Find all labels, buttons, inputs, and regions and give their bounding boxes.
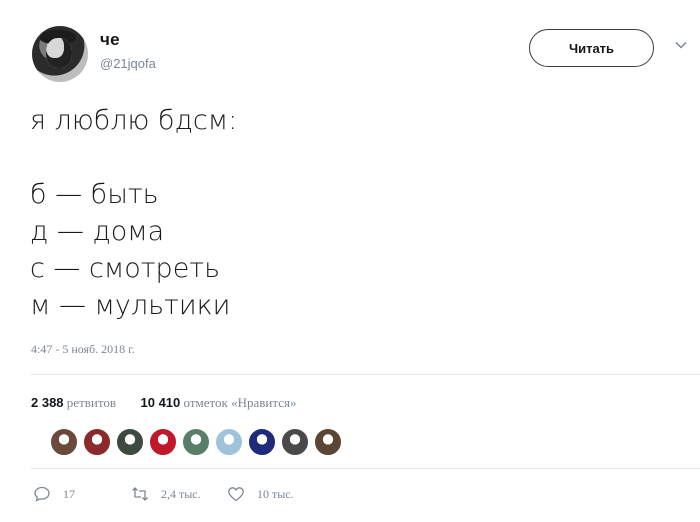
- liker-avatar[interactable]: [314, 428, 342, 456]
- retweets-count[interactable]: 2 388: [31, 395, 64, 410]
- tweet-timestamp[interactable]: 4:47 - 5 нояб. 2018 г.: [31, 342, 135, 357]
- tweet-line: б — быть: [30, 179, 159, 210]
- likes-count[interactable]: 10 410: [141, 395, 181, 410]
- liker-avatar[interactable]: [149, 428, 177, 456]
- tweet-line: с — смотреть: [30, 253, 221, 284]
- follow-button[interactable]: Читать: [529, 29, 654, 67]
- liker-avatar[interactable]: [116, 428, 144, 456]
- retweet-button[interactable]: 2,4 тыс.: [131, 485, 227, 503]
- likers-avatars: [50, 428, 342, 456]
- divider: [30, 468, 700, 469]
- heart-icon: [228, 487, 244, 502]
- tweet-line: д — дома: [30, 216, 165, 247]
- reply-button[interactable]: 17: [33, 485, 131, 503]
- author-name[interactable]: че: [100, 30, 120, 50]
- retweets-short-count: 2,4 тыс.: [161, 486, 201, 501]
- reply-icon: [34, 486, 50, 502]
- action-bar: 17 2,4 тыс. 10 тыс.: [33, 485, 294, 503]
- likes-short-count: 10 тыс.: [257, 486, 294, 501]
- avatar[interactable]: [32, 26, 88, 82]
- liker-avatar[interactable]: [248, 428, 276, 456]
- liker-avatar[interactable]: [281, 428, 309, 456]
- retweet-icon: [132, 487, 148, 501]
- avatar-face: [46, 38, 72, 68]
- like-button[interactable]: 10 тыс.: [227, 485, 294, 503]
- liker-avatar[interactable]: [83, 428, 111, 456]
- replies-count: 17: [63, 486, 75, 501]
- divider: [30, 374, 700, 375]
- tweet-card: че @21jqofa Читать я люблю бдсм: б — быт…: [0, 0, 700, 522]
- liker-avatar[interactable]: [215, 428, 243, 456]
- author-handle[interactable]: @21jqofa: [100, 56, 156, 71]
- tweet-stats: 2 388 ретвитов 10 410 отметок «Нравится»: [31, 395, 296, 411]
- tweet-line: я люблю бдсм:: [30, 105, 238, 136]
- chevron-down-icon[interactable]: [674, 38, 688, 52]
- tweet-text: я люблю бдсм: б — быть д — дома с — смот…: [30, 102, 237, 324]
- tweet-line: [30, 139, 237, 176]
- liker-avatar[interactable]: [182, 428, 210, 456]
- tweet-line: м — мультики: [30, 290, 231, 321]
- likes-label[interactable]: отметок «Нравится»: [184, 395, 297, 410]
- retweets-label[interactable]: ретвитов: [67, 395, 116, 410]
- liker-avatar[interactable]: [50, 428, 78, 456]
